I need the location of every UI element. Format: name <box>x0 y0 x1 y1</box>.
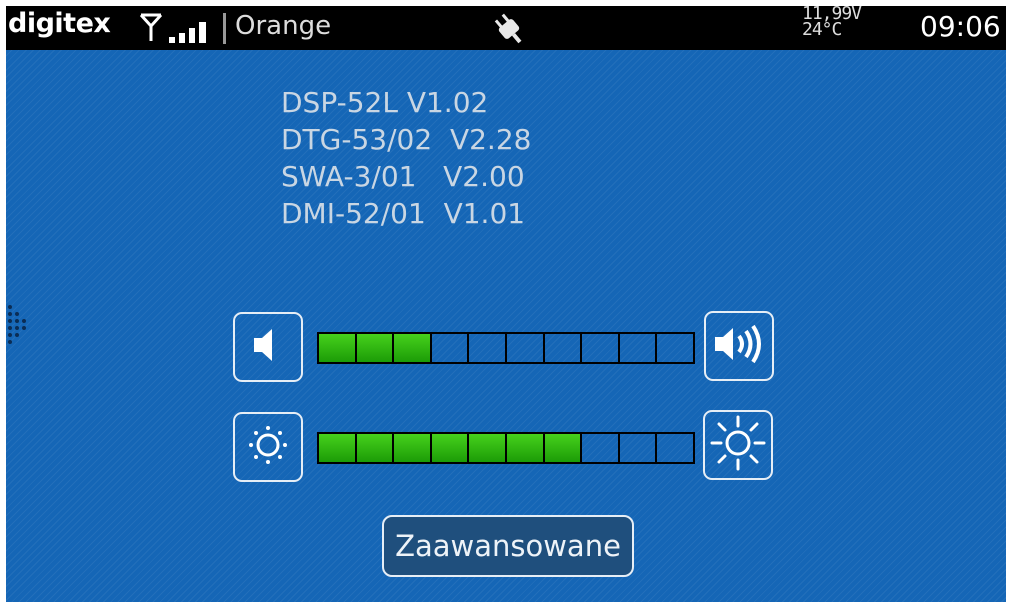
version-line: DMI-52/01 V1.01 <box>281 197 526 230</box>
level-segment <box>582 434 620 462</box>
level-segment <box>545 334 583 362</box>
temperature-readout: 24°C <box>802 19 842 40</box>
level-segment <box>469 434 507 462</box>
volume-up-button[interactable] <box>704 311 774 381</box>
level-segment <box>469 334 507 362</box>
brightness-down-button[interactable] <box>233 412 303 482</box>
power-plug-icon <box>491 12 527 50</box>
level-segment <box>506 434 545 462</box>
brand-label: digitex <box>8 8 111 39</box>
level-segment <box>657 334 693 362</box>
signal-strength-icon <box>169 19 213 47</box>
level-segment <box>507 334 545 362</box>
level-segment <box>620 434 658 462</box>
antenna-icon <box>139 12 163 46</box>
level-segment <box>432 334 470 362</box>
level-segment <box>544 434 583 462</box>
volume-down-button[interactable] <box>233 312 303 382</box>
status-bar: digitex Orange 11,99V 24°C 09:06 <box>6 6 1006 50</box>
side-drag-handle-icon[interactable] <box>6 303 30 351</box>
version-line: DSP-52L V1.02 <box>281 86 489 119</box>
version-line: SWA-3/01 V2.00 <box>281 160 525 193</box>
version-list: DSP-52L V1.02 DTG-53/02 V2.28 SWA-3/01 V… <box>281 84 531 232</box>
device-screen: digitex Orange 11,99V 24°C 09:06 DSP-52L… <box>6 6 1006 602</box>
version-line: DTG-53/02 V2.28 <box>281 123 532 156</box>
advanced-button[interactable]: Zaawansowane <box>382 515 634 577</box>
brightness-level-bar[interactable] <box>317 432 695 464</box>
level-segment <box>431 434 470 462</box>
speaker-low-icon <box>248 325 288 369</box>
sun-dim-icon <box>245 422 291 472</box>
level-segment <box>394 434 432 462</box>
level-segment <box>657 434 693 462</box>
clock: 09:06 <box>920 10 1001 43</box>
level-segment <box>319 334 357 362</box>
level-segment <box>620 334 658 362</box>
level-segment <box>356 334 395 362</box>
level-segment <box>394 334 432 362</box>
sun-bright-icon <box>708 413 768 477</box>
level-segment <box>319 434 357 462</box>
status-separator <box>223 13 226 44</box>
speaker-high-icon <box>709 322 769 370</box>
level-segment <box>582 334 620 362</box>
carrier-label: Orange <box>235 11 332 41</box>
volume-level-bar[interactable] <box>317 332 695 364</box>
level-segment <box>356 434 395 462</box>
brightness-up-button[interactable] <box>703 410 773 480</box>
